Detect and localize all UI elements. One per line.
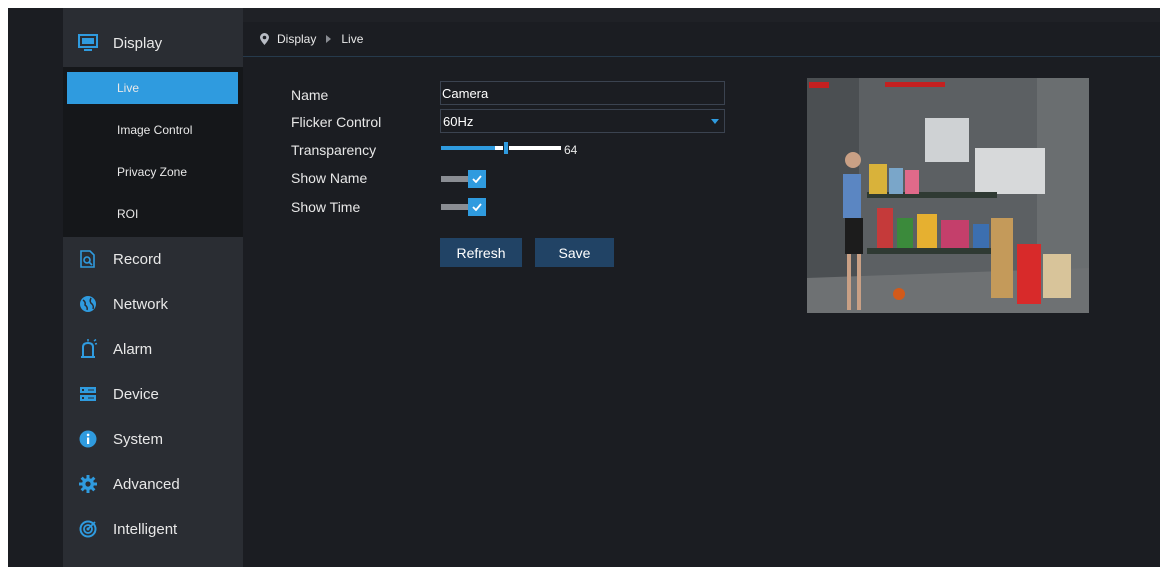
show-time-label: Show Time	[291, 199, 361, 215]
breadcrumb-section[interactable]: Display	[277, 32, 316, 46]
sidebar-item-device[interactable]: Device	[63, 372, 243, 416]
submenu-item-label: ROI	[117, 207, 139, 221]
submenu-item-label: Live	[117, 81, 140, 95]
sidebar-item-label: Record	[113, 250, 162, 268]
submenu-item-live[interactable]: Live	[67, 72, 238, 104]
app-window: Display Live Image Control Privacy Zone …	[8, 8, 1160, 567]
slider-thumb[interactable]	[503, 141, 509, 155]
sidebar-item-advanced[interactable]: Advanced	[63, 462, 243, 506]
toggle-track	[441, 176, 471, 182]
toggle-track	[441, 204, 471, 210]
sidebar-item-display[interactable]: Display	[63, 21, 243, 65]
toggle-knob	[468, 198, 486, 216]
camera-scene-image	[807, 78, 1089, 313]
submenu-item-privacy-zone[interactable]: Privacy Zone	[67, 156, 238, 188]
display-submenu: Live Image Control Privacy Zone ROI	[63, 67, 243, 237]
transparency-label: Transparency	[291, 142, 377, 158]
sidebar-item-record[interactable]: Record	[63, 237, 243, 281]
checkmark-icon	[472, 203, 482, 211]
sidebar-item-label: System	[113, 430, 164, 448]
show-name-checkbox[interactable]	[441, 170, 487, 188]
gear-icon	[77, 473, 99, 495]
breadcrumb-separator-icon	[326, 35, 332, 43]
refresh-button[interactable]: Refresh	[440, 238, 522, 267]
intelligent-icon	[77, 518, 99, 540]
name-label: Name	[291, 87, 329, 103]
sidebar-item-system[interactable]: System	[63, 417, 243, 461]
sidebar-item-label: Display	[113, 34, 163, 52]
info-icon	[77, 428, 99, 450]
show-time-checkbox[interactable]	[441, 198, 487, 216]
sidebar: Display Live Image Control Privacy Zone …	[63, 8, 243, 567]
submenu-item-roi[interactable]: ROI	[67, 198, 238, 230]
monitor-icon	[77, 32, 99, 54]
flicker-control-select[interactable]: 60Hz	[440, 109, 725, 133]
checkmark-icon	[472, 175, 482, 183]
chevron-down-icon	[711, 119, 719, 124]
submenu-item-label: Privacy Zone	[117, 165, 188, 179]
flicker-control-label: Flicker Control	[291, 114, 382, 130]
sidebar-item-label: Advanced	[113, 475, 180, 493]
submenu-item-label: Image Control	[117, 123, 193, 137]
transparency-value: 64	[564, 143, 578, 157]
breadcrumb: Display Live	[243, 22, 1160, 57]
sidebar-item-alarm[interactable]: Alarm	[63, 327, 243, 371]
sidebar-item-intelligent[interactable]: Intelligent	[63, 507, 243, 551]
location-pin-icon	[260, 33, 269, 45]
toggle-knob	[468, 170, 486, 188]
globe-icon	[77, 293, 99, 315]
name-input[interactable]	[440, 81, 725, 105]
show-name-label: Show Name	[291, 170, 368, 186]
sidebar-item-label: Network	[113, 295, 169, 313]
slider-fill	[441, 146, 495, 150]
top-bar	[243, 8, 1160, 22]
flicker-control-value: 60Hz	[443, 113, 474, 129]
camera-preview	[807, 78, 1089, 313]
record-icon	[77, 248, 99, 270]
sidebar-item-network[interactable]: Network	[63, 282, 243, 326]
storage-icon	[77, 383, 99, 405]
breadcrumb-page: Live	[341, 32, 364, 46]
transparency-slider[interactable]	[441, 141, 561, 155]
save-button[interactable]: Save	[535, 238, 614, 267]
alarm-icon	[77, 338, 99, 360]
sidebar-item-label: Alarm	[113, 340, 153, 358]
sidebar-item-label: Intelligent	[113, 520, 178, 538]
submenu-item-image-control[interactable]: Image Control	[67, 114, 238, 146]
sidebar-item-label: Device	[113, 385, 159, 403]
